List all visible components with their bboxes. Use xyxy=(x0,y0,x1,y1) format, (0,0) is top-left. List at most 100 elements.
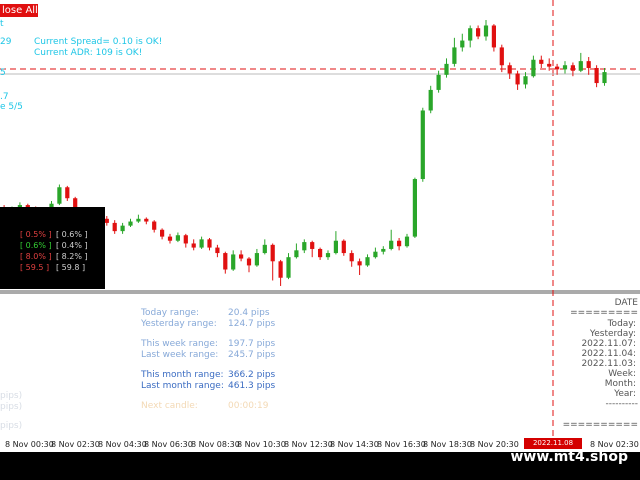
candle-body xyxy=(547,63,552,67)
candle-body xyxy=(246,258,252,266)
info-value-1: 29 xyxy=(0,37,12,47)
candle-body xyxy=(136,218,141,222)
watermark: www.mt4.shop xyxy=(510,449,628,465)
candle-body xyxy=(199,239,204,248)
candle-body xyxy=(349,253,354,262)
time-tick-5: 8 Nov 08:30 xyxy=(191,440,240,449)
candle-body xyxy=(302,242,307,251)
last-month-range-label: Last month range: xyxy=(141,381,224,391)
this-month-range-label: This month range: xyxy=(141,370,224,380)
time-tick-8: 8 Nov 14:30 xyxy=(330,440,379,449)
candle-body xyxy=(239,254,244,259)
yesterday-range-label: Yesterday range: xyxy=(141,319,217,329)
candle-body xyxy=(436,74,441,90)
candle-body xyxy=(191,243,196,248)
candle-body xyxy=(65,187,70,199)
candle-body xyxy=(128,221,133,226)
time-tick-1: 8 Nov 00:30 xyxy=(5,440,54,449)
candle-body xyxy=(562,65,568,70)
stat-row-1-b: [ 0.6% ] xyxy=(56,230,88,239)
candle-body xyxy=(412,179,417,237)
candle-body xyxy=(515,73,520,85)
left-fragment-1: pips) xyxy=(0,391,23,401)
left-fragment-3: pips) xyxy=(0,421,23,431)
candle-body xyxy=(523,76,528,85)
candle-body xyxy=(294,250,299,258)
candle-body xyxy=(602,72,607,84)
candle-body xyxy=(57,187,62,204)
candle-body xyxy=(586,61,591,68)
info-value-4: .7 xyxy=(0,92,9,102)
info-value-5: e 5/5 xyxy=(0,102,23,112)
candle-body xyxy=(231,254,236,270)
this-week-range-value: 197.7 pips xyxy=(228,339,276,349)
date-yesterday-label: Yesterday: xyxy=(589,329,636,339)
info-value-3: 5 xyxy=(0,68,6,78)
candle-body xyxy=(468,28,473,41)
stat-row-4-b: [ 59.8 ] xyxy=(56,263,86,272)
date-row-2: 2022.11.04: xyxy=(581,349,636,359)
current-time-label: 2022.11.08 00:00 xyxy=(524,438,582,458)
candle-body xyxy=(262,244,267,254)
date-year-label: Year: xyxy=(614,389,636,399)
candle-body xyxy=(183,235,188,244)
candle-body xyxy=(318,248,323,258)
candle-body xyxy=(531,59,536,77)
candle-body xyxy=(483,25,489,37)
date-week-label: Week: xyxy=(608,369,636,379)
candle-body xyxy=(333,240,338,254)
next-candle-value: 00:00:19 xyxy=(228,401,269,411)
candle-body xyxy=(594,67,599,84)
this-week-range-label: This week range: xyxy=(141,339,218,349)
date-header: DATE xyxy=(614,298,638,308)
candle-body xyxy=(341,240,346,254)
candle-body xyxy=(578,61,583,71)
stat-row-4-a: [ 59.5 ] xyxy=(20,263,50,272)
last-week-range-label: Last week range: xyxy=(141,350,219,360)
date-today-label: Today: xyxy=(607,319,636,329)
date-row-1: 2022.11.07: xyxy=(581,339,636,349)
candle-body xyxy=(167,236,173,241)
time-tick-11: 8 Nov 20:30 xyxy=(470,440,519,449)
time-tick-4: 8 Nov 06:30 xyxy=(144,440,193,449)
candle-body xyxy=(397,240,402,247)
candle-body xyxy=(389,240,394,249)
candle-body xyxy=(373,251,378,258)
candle-body xyxy=(207,239,212,248)
date-separator-3: ========== xyxy=(562,420,638,430)
time-tick-2: 8 Nov 02:30 xyxy=(51,440,100,449)
stat-row-1-a: [ 0.5% ] xyxy=(20,230,52,239)
candle-body xyxy=(160,229,165,237)
spread-status: Current Spread= 0.10 is OK! xyxy=(34,37,163,47)
stat-row-2-a: [ 0.6% ] xyxy=(20,241,52,250)
candle-body xyxy=(310,242,315,249)
candle-body xyxy=(112,222,117,232)
last-week-range-value: 245.7 pips xyxy=(228,350,276,360)
candle-body xyxy=(476,28,481,37)
candle-body xyxy=(254,253,259,266)
stat-row-2-b: [ 0.4% ] xyxy=(56,241,88,250)
candle-body xyxy=(325,253,331,258)
time-tick-9: 8 Nov 16:30 xyxy=(377,440,426,449)
today-range-label: Today range: xyxy=(141,308,200,318)
date-separator: ========= xyxy=(570,308,638,318)
time-tick-7: 8 Nov 12:30 xyxy=(284,440,333,449)
candle-body xyxy=(365,257,370,266)
date-separator-2: ---------- xyxy=(605,399,638,409)
date-month-label: Month: xyxy=(604,379,636,389)
candle-body xyxy=(420,110,425,180)
this-month-range-value: 366.2 pips xyxy=(228,370,276,380)
candle-body xyxy=(499,47,504,66)
candle-body xyxy=(215,247,220,254)
close-all-button[interactable]: lose All xyxy=(0,4,38,17)
candle-body xyxy=(507,65,512,74)
stat-row-3-b: [ 8.2% ] xyxy=(56,252,88,261)
candle-body xyxy=(555,66,560,70)
candle-body xyxy=(452,47,457,64)
stats-panel: [ 0.5% ] [ 0.6% ] [ 0.6% ] [ 0.4% ] [ 8.… xyxy=(0,207,105,289)
candle-body xyxy=(444,63,449,75)
candle-body xyxy=(460,40,465,48)
candle-body xyxy=(278,261,283,278)
stat-row-3-a: [ 8.0% ] xyxy=(20,252,52,261)
candle-body xyxy=(144,218,149,222)
